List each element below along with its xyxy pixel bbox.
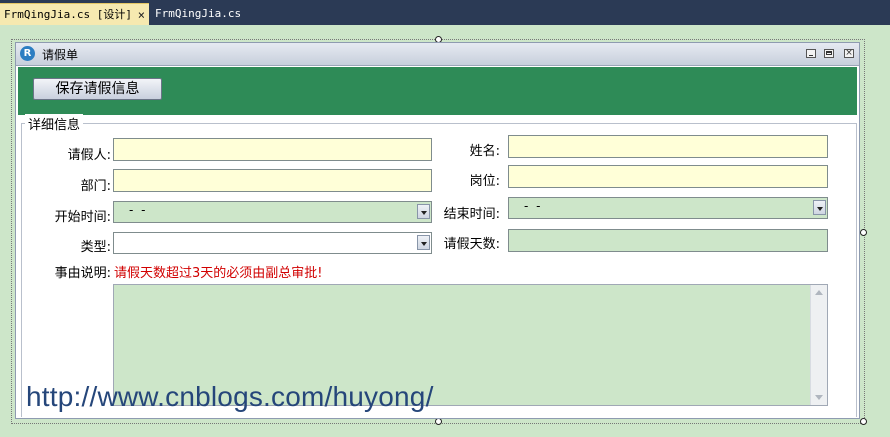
chevron-down-icon[interactable]: [417, 235, 430, 250]
watermark-url: http://www.cnblogs.com/huyong/: [26, 381, 434, 412]
tab-label: FrmQingJia.cs [设计]: [4, 8, 132, 21]
close-button[interactable]: ×: [844, 49, 854, 58]
resize-handle-right[interactable]: [860, 229, 867, 236]
scroll-down-icon[interactable]: [815, 395, 823, 400]
name-field[interactable]: [508, 135, 828, 158]
resize-handle-bottom[interactable]: [435, 418, 442, 425]
position-field[interactable]: [508, 165, 828, 188]
chevron-down-icon[interactable]: [813, 200, 826, 215]
position-label: 岗位:: [469, 174, 500, 189]
window-title: 请假单: [42, 48, 79, 62]
applicant-label: 请假人:: [67, 148, 111, 163]
window-titlebar: R 请假单 ×: [16, 43, 859, 66]
tab-frmqingjia-code[interactable]: FrmQingJia.cs: [151, 3, 243, 25]
start-time-picker[interactable]: - -: [113, 201, 432, 223]
end-time-picker[interactable]: - -: [508, 197, 828, 219]
tab-frmqingjia-design[interactable]: FrmQingJia.cs [设计] ×: [0, 3, 149, 25]
days-label: 请假天数:: [443, 237, 500, 252]
type-select[interactable]: [113, 232, 432, 254]
start-time-value: - -: [129, 203, 148, 217]
start-time-label: 开始时间:: [54, 210, 111, 225]
vertical-scrollbar[interactable]: [810, 285, 827, 405]
department-label: 部门:: [80, 179, 111, 194]
leave-form-window: R 请假单 × 保存请假信息 详细信息 请假人: 姓名: 部门: 岗位: 开始时…: [15, 42, 860, 419]
applicant-field[interactable]: [113, 138, 432, 161]
chevron-down-icon[interactable]: [417, 204, 430, 219]
scroll-up-icon[interactable]: [815, 290, 823, 295]
end-time-value: - -: [524, 199, 543, 213]
reason-label: 事由说明:: [54, 266, 111, 281]
close-icon[interactable]: ×: [138, 4, 145, 26]
toolbar-panel: 保存请假信息: [18, 67, 857, 115]
r-logo-icon: R: [20, 46, 35, 61]
days-field[interactable]: [508, 229, 828, 252]
document-tab-strip: FrmQingJia.cs [设计] × FrmQingJia.cs: [0, 0, 890, 25]
tab-label: FrmQingJia.cs: [155, 7, 242, 20]
type-label: 类型:: [80, 240, 111, 255]
save-leave-button[interactable]: 保存请假信息: [33, 78, 162, 100]
minimize-button[interactable]: [806, 49, 816, 58]
name-label: 姓名:: [469, 144, 500, 159]
maximize-button[interactable]: [824, 49, 834, 58]
resize-handle-corner[interactable]: [860, 418, 867, 425]
approval-notice: 请假天数超过3天的必须由副总审批!: [114, 266, 323, 281]
end-time-label: 结束时间:: [443, 207, 500, 222]
department-field[interactable]: [113, 169, 432, 192]
details-legend: 详细信息: [25, 114, 84, 133]
